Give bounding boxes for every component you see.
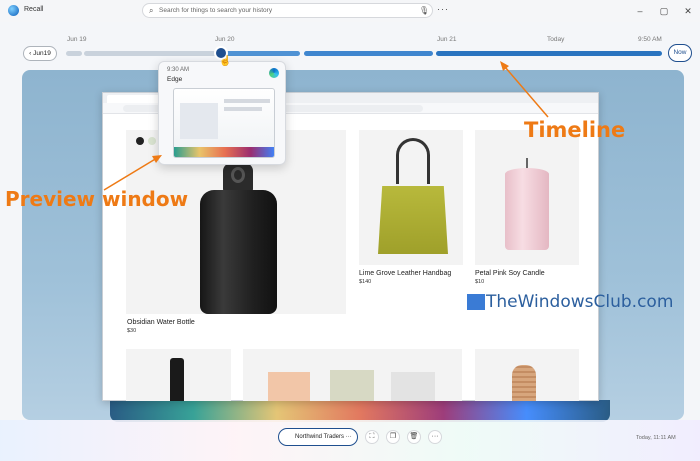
delete-button[interactable]: 🗑 <box>407 430 421 444</box>
app-pill-label: Northwind Traders <box>295 434 345 440</box>
app-pill[interactable]: Northwind Traders ··· <box>278 428 358 446</box>
annotation-arrows <box>103 61 549 191</box>
more-button[interactable]: ··· <box>428 430 442 444</box>
copy-button[interactable]: ❐ <box>386 430 400 444</box>
preview-arrowhead <box>152 155 162 163</box>
timeline-arrow <box>504 66 549 118</box>
watermark-text: TheWindowsClub.com <box>486 292 674 312</box>
preview-arrow <box>103 157 158 191</box>
snapshot-timestamp: Today, 11:11 AM <box>636 435 676 441</box>
preview-annotation: Preview window <box>5 187 189 211</box>
timeline-annotation: Timeline <box>524 118 626 142</box>
screenshot-button[interactable]: ⛶ <box>365 430 379 444</box>
watermark-logo-icon <box>467 294 485 310</box>
